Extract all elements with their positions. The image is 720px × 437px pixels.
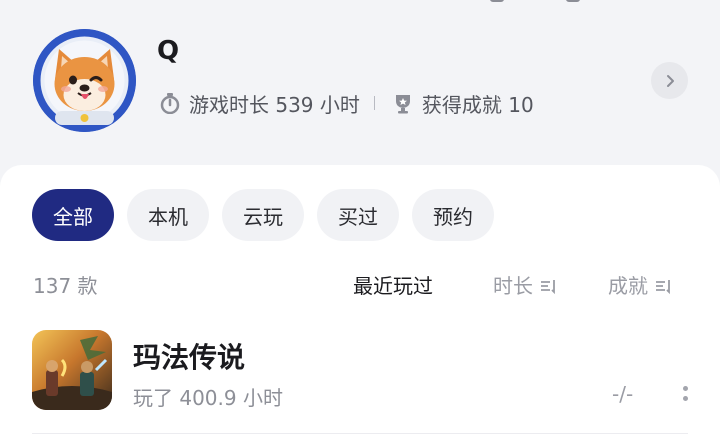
profile-stats: 游戏时长 539 小时 获得成就 10 [159, 89, 534, 118]
sort-icon [654, 276, 672, 294]
trophy-icon [392, 92, 414, 114]
shiba-avatar-icon [33, 29, 136, 132]
username: Q [157, 36, 180, 66]
filter-chip-cloud[interactable]: 云玩 [222, 189, 304, 241]
filter-chip-purchased[interactable]: 买过 [317, 189, 399, 241]
filter-chip-local[interactable]: 本机 [127, 189, 209, 241]
game-title: 玛法传说 [133, 341, 246, 374]
stopwatch-icon [159, 92, 181, 115]
playtime-stat: 游戏时长 539 小时 [159, 89, 360, 118]
chevron-right-icon [666, 74, 674, 87]
stat-divider [373, 96, 375, 110]
avatar[interactable] [33, 29, 136, 132]
row-divider [32, 433, 688, 434]
sort-recent-button[interactable]: 最近玩过 [353, 270, 433, 299]
game-cover-icon[interactable] [32, 330, 112, 410]
sort-bar: 最近玩过 时长 成就 [0, 270, 720, 298]
sort-icon [539, 276, 557, 294]
sort-achievements-button[interactable]: 成就 [608, 270, 672, 299]
profile-open-button[interactable] [651, 62, 688, 99]
sort-time-label: 时长 [493, 274, 533, 298]
sort-achievements-label: 成就 [608, 274, 648, 298]
achievements-stat: 获得成就 10 [392, 89, 534, 118]
game-playtime: 玩了 400.9 小时 [133, 386, 283, 410]
sort-time-button[interactable]: 时长 [493, 270, 557, 299]
game-achievements: -/- [612, 382, 634, 406]
sort-recent-label: 最近玩过 [353, 274, 433, 298]
playtime-text: 游戏时长 539 小时 [189, 92, 360, 117]
game-library-card: 全部 本机 云玩 买过 预约 137 款 最近玩过 时长 成就 玛法传说 玩了 … [0, 165, 720, 437]
filter-chip-reserved[interactable]: 预约 [412, 189, 494, 241]
filter-chips: 全部 本机 云玩 买过 预约 [32, 189, 507, 241]
game-list-item[interactable]: 玛法传说 玩了 400.9 小时 -/- [32, 330, 688, 436]
filter-chip-all[interactable]: 全部 [32, 189, 114, 241]
profile-header[interactable]: Q 游戏时长 539 小时 获得成就 10 [0, 0, 720, 165]
achievements-text: 获得成就 10 [421, 92, 534, 117]
more-options-icon[interactable] [680, 384, 690, 406]
